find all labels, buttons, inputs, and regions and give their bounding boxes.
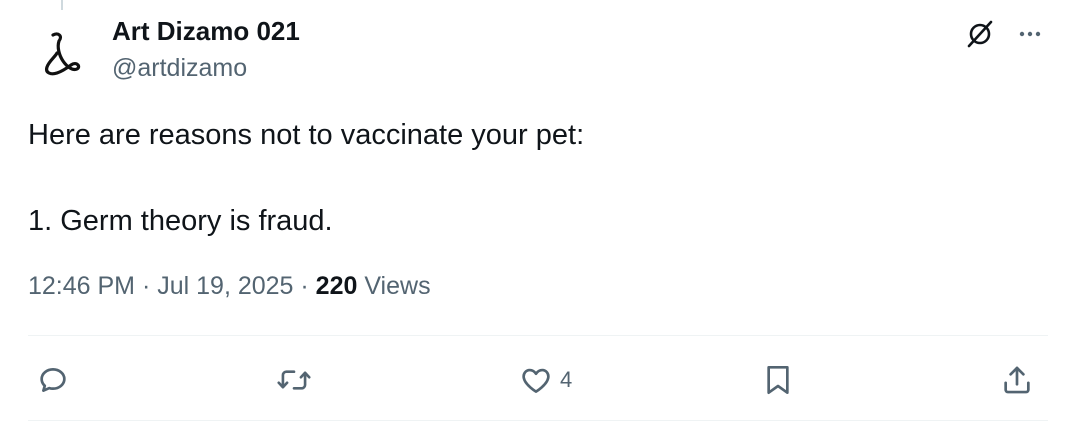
display-name[interactable]: Art Dizamo 021 xyxy=(112,16,300,47)
user-handle[interactable]: @artdizamo xyxy=(112,54,247,83)
avatar-logo-icon xyxy=(45,32,81,76)
post-text: Here are reasons not to vaccinate your p… xyxy=(28,114,1038,243)
divider xyxy=(28,420,1048,421)
grok-icon[interactable] xyxy=(964,18,996,50)
share-icon xyxy=(1004,366,1030,394)
views-count: 220 xyxy=(315,272,358,300)
post-line: Here are reasons not to vaccinate your p… xyxy=(28,119,585,151)
views-label: Views xyxy=(357,272,431,300)
thread-connector-line xyxy=(61,0,63,10)
bookmark-button[interactable] xyxy=(762,358,794,402)
post-meta: 12:46 PM · Jul 19, 2025 · 220 Views xyxy=(28,272,431,301)
share-button[interactable] xyxy=(1000,358,1034,402)
heart-icon xyxy=(522,368,550,393)
reply-button[interactable] xyxy=(36,358,70,402)
like-button[interactable]: 4 xyxy=(518,358,572,402)
post-line: 1. Germ theory is fraud. xyxy=(28,205,333,237)
avatar[interactable] xyxy=(28,22,94,88)
like-count: 4 xyxy=(560,367,573,392)
post-date[interactable]: Jul 19, 2025 xyxy=(157,272,293,300)
meta-separator: · xyxy=(293,272,316,300)
more-options-icon[interactable] xyxy=(1014,18,1046,50)
post-time[interactable]: 12:46 PM xyxy=(28,272,135,300)
meta-separator: · xyxy=(135,272,158,300)
bookmark-icon xyxy=(767,366,789,394)
reply-icon xyxy=(40,368,66,392)
repost-icon xyxy=(277,370,311,390)
repost-button[interactable] xyxy=(276,358,312,402)
divider xyxy=(28,335,1048,336)
